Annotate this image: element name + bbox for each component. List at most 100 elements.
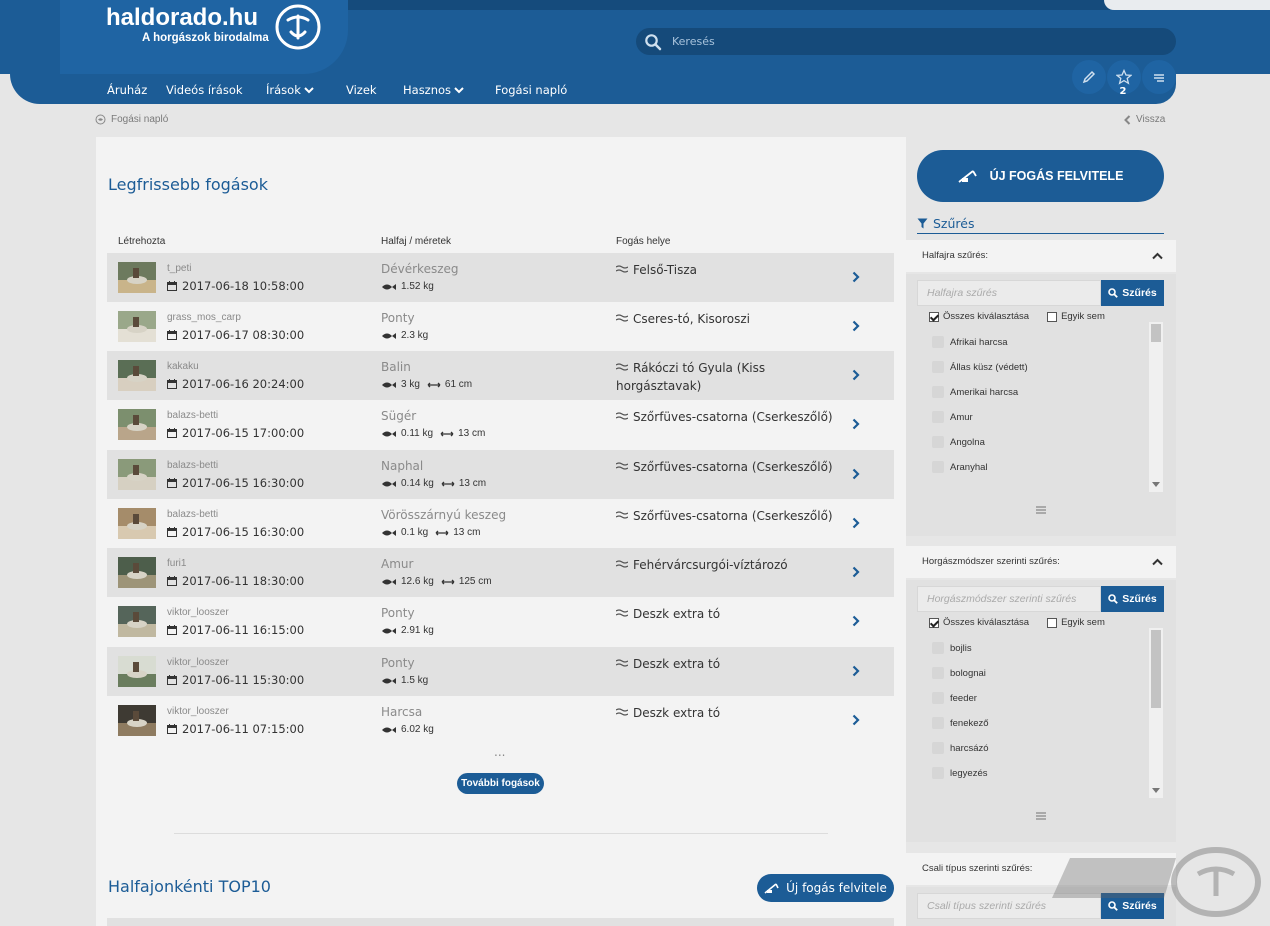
- filter-option[interactable]: bolognai: [932, 667, 986, 679]
- filter-option[interactable]: Angolna: [932, 436, 985, 448]
- chevron-right-icon[interactable]: [851, 418, 861, 430]
- chevron-right-icon[interactable]: [851, 271, 861, 283]
- new-catch-button-small[interactable]: Új fogás felvitele: [757, 874, 894, 902]
- filter-option[interactable]: feeder: [932, 692, 977, 704]
- scroll-thumb[interactable]: [1151, 630, 1161, 708]
- filter-option[interactable]: legyezés: [932, 767, 988, 779]
- select-all-checkbox[interactable]: [929, 311, 939, 322]
- chevron-right-icon[interactable]: [851, 320, 861, 332]
- catch-user[interactable]: viktor_looszer: [167, 607, 229, 618]
- scroll-down-arrow[interactable]: [1152, 482, 1160, 487]
- method-filter-header[interactable]: Horgászmódszer szerinti szűrés:: [906, 546, 1176, 578]
- option-checkbox[interactable]: [932, 692, 944, 704]
- option-checkbox[interactable]: [932, 361, 944, 373]
- chevron-right-icon[interactable]: [851, 714, 861, 726]
- option-checkbox[interactable]: [932, 436, 944, 448]
- catch-photo[interactable]: [118, 705, 156, 736]
- catch-user[interactable]: balazs-betti: [167, 509, 218, 520]
- chevron-right-icon[interactable]: [851, 517, 861, 529]
- catch-row[interactable]: grass_mos_carp 2017-06-17 08:30:00 Ponty…: [107, 302, 894, 351]
- chevron-up-icon[interactable]: [1152, 252, 1163, 260]
- species-filter-header[interactable]: Halfajra szűrés:: [906, 240, 1176, 272]
- method-filter-button[interactable]: Szűrés: [1101, 586, 1164, 612]
- catch-user[interactable]: grass_mos_carp: [167, 312, 241, 323]
- option-checkbox[interactable]: [932, 386, 944, 398]
- option-checkbox[interactable]: [932, 667, 944, 679]
- back-link[interactable]: Vissza: [1124, 114, 1165, 125]
- catch-row[interactable]: viktor_looszer 2017-06-11 15:30:00 Ponty…: [107, 647, 894, 696]
- logo-emblem-icon[interactable]: [274, 2, 322, 50]
- option-checkbox[interactable]: [932, 642, 944, 654]
- catch-photo[interactable]: [118, 262, 156, 293]
- filter-option[interactable]: Amerikai harcsa: [932, 386, 1018, 398]
- option-checkbox[interactable]: [932, 717, 944, 729]
- species-scrollbar[interactable]: [1149, 322, 1163, 492]
- species-filter-button[interactable]: Szűrés: [1101, 280, 1164, 306]
- catch-user[interactable]: balazs-betti: [167, 410, 218, 421]
- logo-text[interactable]: haldorado.hu: [106, 4, 258, 32]
- select-none-checkbox[interactable]: [1047, 617, 1058, 628]
- catch-photo[interactable]: [118, 459, 156, 490]
- catch-photo[interactable]: [118, 311, 156, 342]
- filter-option[interactable]: Aranyhal: [932, 461, 988, 473]
- chevron-right-icon[interactable]: [851, 369, 861, 381]
- scroll-thumb[interactable]: [1151, 324, 1161, 342]
- catch-row[interactable]: furi1 2017-06-11 18:30:00 Amur 12.6 kg 1…: [107, 548, 894, 597]
- catch-photo[interactable]: [118, 557, 156, 588]
- option-checkbox[interactable]: [932, 411, 944, 423]
- chevron-right-icon[interactable]: [851, 665, 861, 677]
- more-catches-button[interactable]: További fogások: [457, 773, 544, 794]
- catch-user[interactable]: furi1: [167, 558, 186, 569]
- catch-photo[interactable]: [118, 508, 156, 539]
- nav-item-fogasi-naplo[interactable]: Fogási napló: [495, 83, 567, 97]
- species-select-all[interactable]: Összes kiválasztása Egyik sem: [929, 311, 1105, 322]
- filter-option[interactable]: fenekező: [932, 717, 989, 729]
- catch-row[interactable]: kakaku 2017-06-16 20:24:00 Balin 3 kg 61…: [107, 351, 894, 400]
- catch-row[interactable]: viktor_looszer 2017-06-11 16:15:00 Ponty…: [107, 597, 894, 646]
- nav-item-hasznos[interactable]: Hasznos: [403, 83, 464, 97]
- nav-item-vizek[interactable]: Vizek: [346, 83, 377, 97]
- new-catch-button[interactable]: ÚJ FOGÁS FELVITELE: [917, 150, 1164, 202]
- catch-photo[interactable]: [118, 409, 156, 440]
- nav-item-irasok[interactable]: Írások: [266, 83, 314, 97]
- option-checkbox[interactable]: [932, 461, 944, 473]
- filter-option[interactable]: harcsázó: [932, 742, 989, 754]
- method-filter-input[interactable]: Horgászmódszer szerinti szűrés: [917, 586, 1101, 612]
- search-bar[interactable]: [636, 28, 1176, 55]
- catch-row[interactable]: balazs-betti 2017-06-15 16:30:00 Naphal …: [107, 450, 894, 499]
- catch-row[interactable]: balazs-betti 2017-06-15 16:30:00 Vörössz…: [107, 499, 894, 548]
- catch-photo[interactable]: [118, 656, 156, 687]
- option-checkbox[interactable]: [932, 336, 944, 348]
- catch-user[interactable]: balazs-betti: [167, 460, 218, 471]
- option-checkbox[interactable]: [932, 742, 944, 754]
- nav-item-videos-irasok[interactable]: Videós írások: [166, 83, 243, 97]
- catch-user[interactable]: t_peti: [167, 263, 191, 274]
- chevron-right-icon[interactable]: [851, 566, 861, 578]
- catch-row[interactable]: t_peti 2017-06-18 10:58:00 Dévérkeszeg 1…: [107, 253, 894, 302]
- messages-button[interactable]: [1142, 60, 1176, 94]
- catch-user[interactable]: viktor_looszer: [167, 657, 229, 668]
- catch-row[interactable]: balazs-betti 2017-06-15 17:00:00 Sügér 0…: [107, 400, 894, 449]
- catch-row[interactable]: viktor_looszer 2017-06-11 07:15:00 Harcs…: [107, 696, 894, 745]
- chevron-right-icon[interactable]: [851, 468, 861, 480]
- resize-handle-icon[interactable]: [1036, 506, 1046, 514]
- catch-user[interactable]: kakaku: [167, 361, 199, 372]
- chevron-right-icon[interactable]: [851, 615, 861, 627]
- method-select-all[interactable]: Összes kiválasztása Egyik sem: [929, 617, 1105, 628]
- option-checkbox[interactable]: [932, 767, 944, 779]
- breadcrumb-current[interactable]: Fogási napló: [111, 114, 168, 125]
- catch-photo[interactable]: [118, 360, 156, 391]
- select-none-checkbox[interactable]: [1047, 311, 1058, 322]
- filter-option[interactable]: Afrikai harcsa: [932, 336, 1008, 348]
- search-icon[interactable]: [644, 33, 662, 51]
- chevron-up-icon[interactable]: [1152, 558, 1163, 566]
- filter-option[interactable]: bojlis: [932, 642, 972, 654]
- nav-item-aruhaz[interactable]: Áruház: [107, 83, 147, 97]
- resize-handle-icon[interactable]: [1036, 812, 1046, 820]
- filter-option[interactable]: Amur: [932, 411, 973, 423]
- scroll-down-arrow[interactable]: [1152, 788, 1160, 793]
- edit-button[interactable]: [1072, 60, 1106, 94]
- select-all-checkbox[interactable]: [929, 617, 939, 628]
- species-filter-input[interactable]: Halfajra szűrés: [917, 280, 1101, 306]
- filter-option[interactable]: Állas küsz (védett): [932, 361, 1028, 373]
